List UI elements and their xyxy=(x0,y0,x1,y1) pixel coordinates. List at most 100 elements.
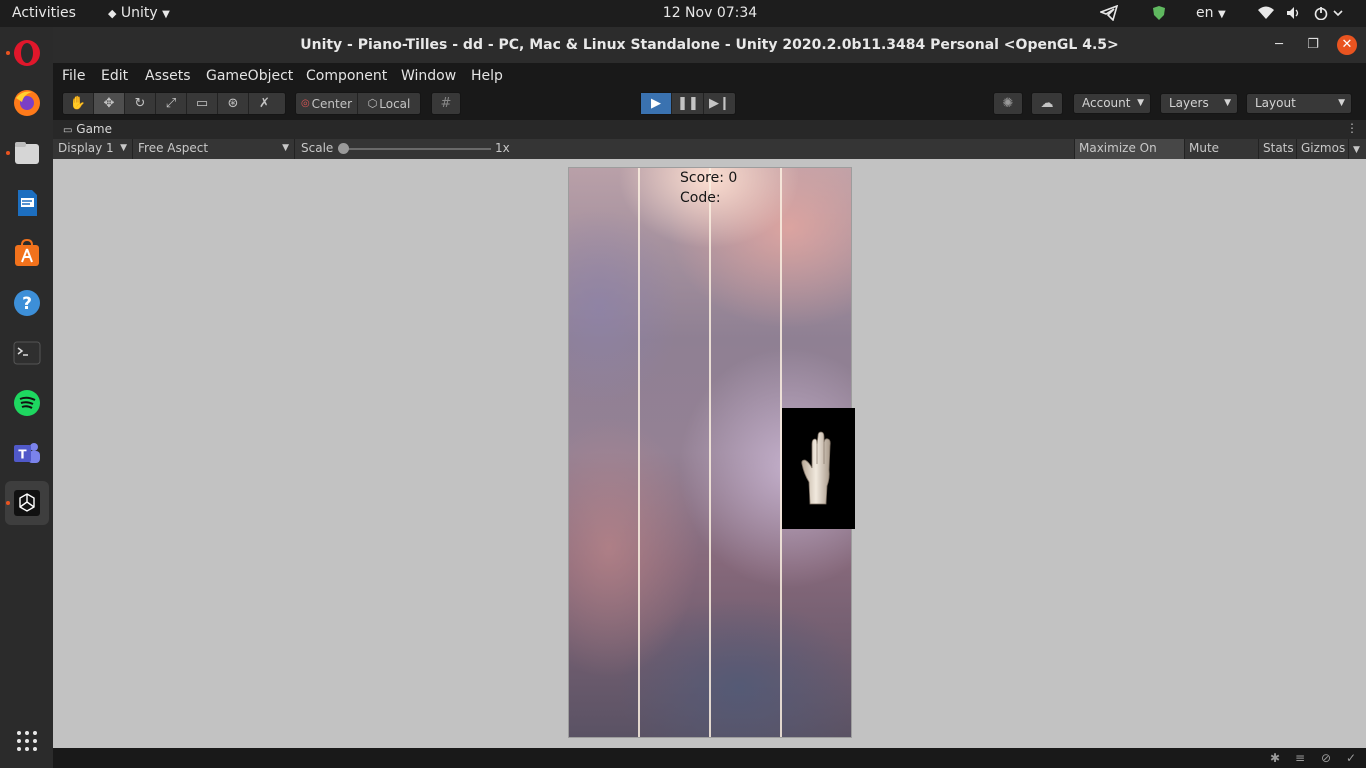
dock: ? T xyxy=(0,27,53,768)
shield-tray-icon[interactable] xyxy=(1152,0,1166,27)
move-tool-button[interactable]: ✥ xyxy=(94,93,125,114)
volume-icon[interactable] xyxy=(1286,0,1302,27)
caret-down-icon: ▼ xyxy=(1353,145,1360,155)
maximize-button[interactable]: ❐ xyxy=(1303,35,1323,55)
running-indicator xyxy=(6,151,10,155)
scale-slider-track[interactable] xyxy=(345,148,491,150)
dock-writer[interactable] xyxy=(5,181,49,225)
layout-dropdown[interactable]: Layout ▼ xyxy=(1246,93,1352,114)
tab-game[interactable]: ▭ Game xyxy=(57,120,112,139)
tab-options-menu[interactable]: ⋮ xyxy=(1346,120,1358,137)
collab-button[interactable]: ✺ xyxy=(994,93,1022,114)
menu-help[interactable]: Help xyxy=(471,63,503,90)
power-icon[interactable] xyxy=(1314,0,1344,27)
piano-tile[interactable] xyxy=(782,408,855,529)
game-view[interactable]: Score: 0 Code: xyxy=(53,159,1366,748)
caret-down-icon: ▼ xyxy=(1338,98,1345,108)
dock-teams[interactable]: T xyxy=(5,431,49,475)
dock-opera[interactable] xyxy=(5,31,49,75)
snap-group: # xyxy=(431,92,461,115)
collab-group: ✺ xyxy=(993,92,1023,115)
pivot-icon: ◎ xyxy=(300,98,310,109)
scale-value: 1x xyxy=(495,141,510,155)
close-button[interactable]: ✕ xyxy=(1337,35,1357,55)
layout-label: Layout xyxy=(1255,96,1296,110)
pause-button[interactable]: ❚❚ xyxy=(673,93,704,114)
teams-icon: T xyxy=(12,438,42,468)
chevron-down-icon: ▼ xyxy=(1217,9,1226,20)
transform-tools: ✋ ✥ ↻ ⤢ ▭ ⊛ ✗ xyxy=(62,92,286,115)
cloud-icon: ☁ xyxy=(1040,96,1054,111)
stats-toggle[interactable]: Stats xyxy=(1258,139,1296,159)
aspect-dropdown[interactable]: Free Aspect ▼ xyxy=(133,139,295,159)
mute-audio-toggle[interactable]: Mute Audio xyxy=(1184,139,1258,174)
account-dropdown[interactable]: Account ▼ xyxy=(1073,93,1151,114)
menu-component[interactable]: Component xyxy=(306,63,387,90)
grid-snap-button[interactable]: # xyxy=(432,93,460,114)
menu-bar: File Edit Assets GameObject Component Wi… xyxy=(53,63,1366,88)
custom-tool-button[interactable]: ✗ xyxy=(249,93,280,114)
rect-tool-button[interactable]: ▭ xyxy=(187,93,218,114)
pivot-local-button[interactable]: ⬡ Local xyxy=(358,93,420,114)
bug-icon[interactable]: ✱ xyxy=(1267,750,1283,766)
play-button[interactable]: ▶ xyxy=(641,93,672,114)
check-circle-icon[interactable]: ✓ xyxy=(1343,750,1359,766)
firefox-icon xyxy=(12,88,42,118)
game-tab-bar: ▭ Game ⋮ xyxy=(53,120,1366,139)
cube-icon: ⬡ xyxy=(367,97,378,110)
dock-unity[interactable] xyxy=(5,481,49,525)
software-center-icon xyxy=(12,238,42,268)
menu-window[interactable]: Window xyxy=(401,63,456,90)
menu-edit[interactable]: Edit xyxy=(101,63,128,90)
scale-tool-button[interactable]: ⤢ xyxy=(156,93,187,114)
dock-spotify[interactable] xyxy=(5,381,49,425)
minimize-button[interactable]: ─ xyxy=(1269,35,1289,55)
play-controls: ▶ ❚❚ ▶❙ xyxy=(640,92,736,115)
menu-assets[interactable]: Assets xyxy=(145,63,191,90)
dock-firefox[interactable] xyxy=(5,81,49,125)
menu-gameobject[interactable]: GameObject xyxy=(206,63,293,90)
scale-slider-handle[interactable] xyxy=(338,143,349,154)
hand-tool-button[interactable]: ✋ xyxy=(63,93,94,114)
maximize-on-play-toggle[interactable]: Maximize On Play xyxy=(1074,139,1184,174)
window-title: Unity - Piano-Tilles - dd - PC, Mac & Li… xyxy=(300,37,1119,53)
language-label: en xyxy=(1196,5,1214,21)
dock-show-apps[interactable] xyxy=(5,719,49,763)
svg-text:?: ? xyxy=(22,294,32,314)
dock-files[interactable] xyxy=(5,131,49,175)
files-icon xyxy=(12,138,42,168)
transform-tool-button[interactable]: ⊛ xyxy=(218,93,249,114)
rotate-tool-button[interactable]: ↻ xyxy=(125,93,156,114)
rect-icon: ▭ xyxy=(195,96,209,111)
stats-label: Stats xyxy=(1263,141,1294,155)
layers-stack-icon[interactable]: ≡ xyxy=(1292,750,1308,766)
wifi-icon[interactable] xyxy=(1258,0,1274,27)
pivot-center-button[interactable]: ◎ Center xyxy=(296,93,358,114)
clock-label: 12 Nov 07:34 xyxy=(662,5,758,21)
display-dropdown[interactable]: Display 1 ▼ xyxy=(53,139,133,159)
hand-icon: ✋ xyxy=(69,96,87,111)
unity-icon xyxy=(12,488,42,518)
caret-down-icon: ▼ xyxy=(282,143,289,153)
menu-file[interactable]: File xyxy=(62,63,85,90)
scale-label: Scale xyxy=(301,141,334,155)
libreoffice-writer-icon xyxy=(12,188,42,218)
gizmos-label: Gizmos xyxy=(1301,141,1346,155)
gizmos-dropdown[interactable]: ▼ xyxy=(1348,139,1366,159)
top-bar: Activities ◆ Unity ▼ 12 Nov 07:34 en ▼ xyxy=(0,0,1366,27)
step-button[interactable]: ▶❙ xyxy=(704,93,735,114)
layers-dropdown[interactable]: Layers ▼ xyxy=(1160,93,1238,114)
scale-icon: ⤢ xyxy=(165,96,177,111)
gizmos-toggle[interactable]: Gizmos xyxy=(1296,139,1348,159)
dock-software[interactable] xyxy=(5,231,49,275)
dock-help[interactable]: ? xyxy=(5,281,49,325)
dock-terminal[interactable] xyxy=(5,331,49,375)
window-titlebar[interactable]: Unity - Piano-Tilles - dd - PC, Mac & Li… xyxy=(53,27,1366,63)
rotate-icon: ↻ xyxy=(134,96,146,111)
unity-window: Unity - Piano-Tilles - dd - PC, Mac & Li… xyxy=(53,27,1366,768)
gamepad-icon: ▭ xyxy=(63,125,73,136)
language-indicator[interactable]: en ▼ xyxy=(1196,0,1226,27)
cloud-button[interactable]: ☁ xyxy=(1032,93,1062,114)
telegram-tray-icon[interactable] xyxy=(1098,0,1119,27)
diagnostics-icon[interactable]: ⊘ xyxy=(1318,750,1334,766)
